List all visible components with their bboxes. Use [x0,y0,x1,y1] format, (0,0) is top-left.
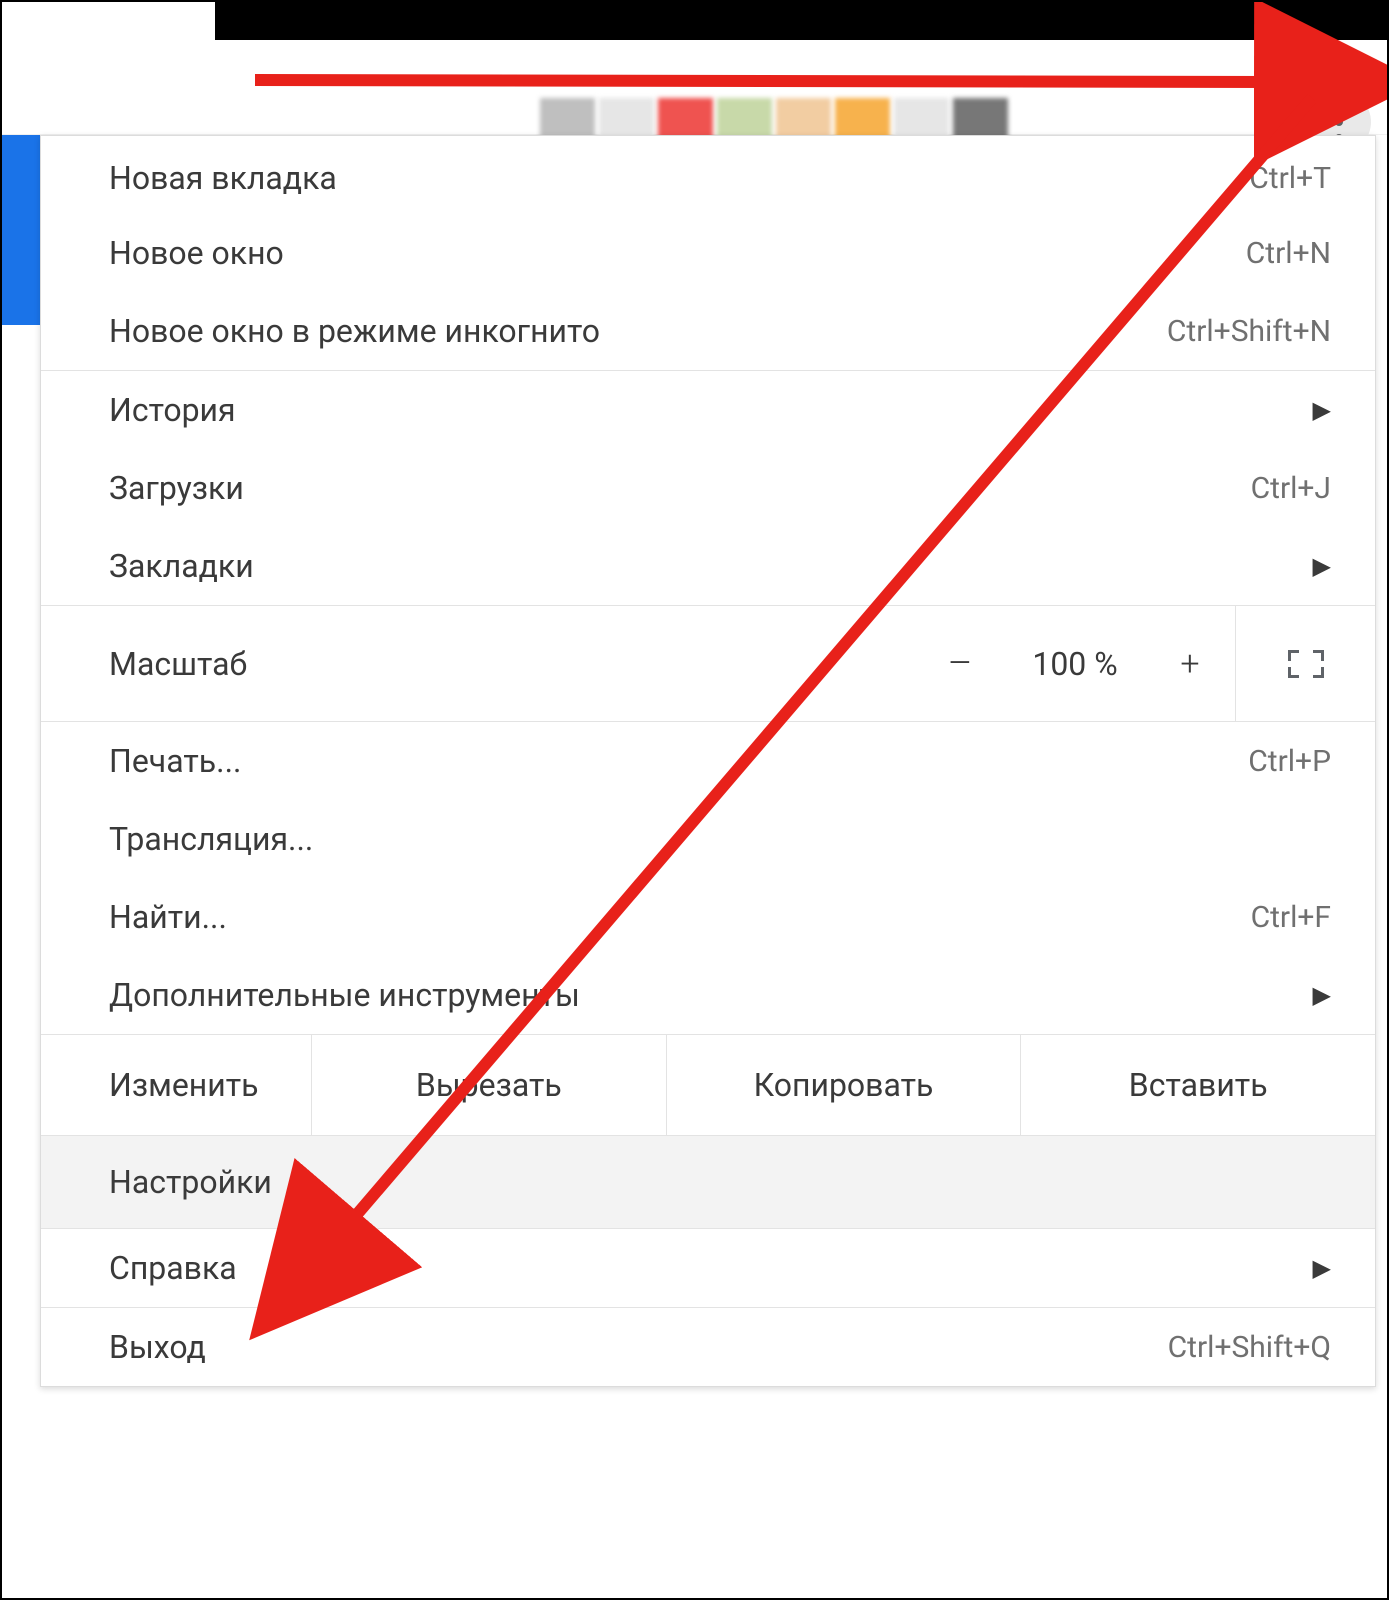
kebab-dot-icon [1335,118,1343,126]
menu-item-label: Загрузки [109,469,244,507]
page-header-accent [0,135,40,325]
fullscreen-icon [1288,650,1324,678]
favicon [776,98,831,140]
menu-item-shortcut: Ctrl+P [1248,744,1331,779]
menu-item-label: Настройки [109,1163,272,1201]
zoom-in-button[interactable]: + [1145,644,1235,684]
menu-item-new-window[interactable]: Новое окно Ctrl+N [41,214,1375,292]
favicon [894,98,949,140]
menu-item-downloads[interactable]: Загрузки Ctrl+J [41,449,1375,527]
favicon [717,98,772,140]
menu-item-label: Печать... [109,742,241,780]
menu-item-print[interactable]: Печать... Ctrl+P [41,722,1375,800]
menu-item-more-tools[interactable]: Дополнительные инструменты ▶ [41,956,1375,1034]
menu-item-label: Найти... [109,898,227,936]
menu-item-shortcut: Ctrl+Shift+N [1167,314,1331,349]
menu-item-label: Трансляция... [109,820,313,858]
menu-item-settings[interactable]: Настройки [41,1136,1375,1228]
menu-item-incognito[interactable]: Новое окно в режиме инкогнито Ctrl+Shift… [41,292,1375,370]
favicon [540,98,595,140]
menu-item-label: Новая вкладка [109,159,337,197]
menu-item-cast[interactable]: Трансляция... [41,800,1375,878]
menu-item-shortcut: Ctrl+T [1249,161,1331,196]
menu-item-label: История [109,391,236,429]
menu-item-help[interactable]: Справка ▶ [41,1229,1375,1307]
menu-item-label: Новое окно [109,234,284,272]
favicon [658,98,713,140]
window-titlebar-dark [215,0,1389,40]
menu-item-edit-row: Изменить Вырезать Копировать Вставить [41,1035,1375,1135]
favicon [953,98,1008,140]
edit-label: Изменить [41,1035,311,1135]
menu-item-label: Дополнительные инструменты [109,976,580,1014]
zoom-out-button[interactable]: – [915,642,1005,686]
favicon [835,98,890,140]
chevron-right-icon: ▶ [1313,1254,1331,1282]
chevron-right-icon: ▶ [1313,981,1331,1009]
menu-item-label: Справка [109,1249,237,1287]
menu-item-bookmarks[interactable]: Закладки ▶ [41,527,1375,605]
fullscreen-button[interactable] [1235,606,1375,721]
menu-item-find[interactable]: Найти... Ctrl+F [41,878,1375,956]
menu-item-new-tab[interactable]: Новая вкладка Ctrl+T [41,136,1375,214]
menu-item-shortcut: Ctrl+J [1251,471,1331,506]
chevron-right-icon: ▶ [1313,396,1331,424]
menu-item-history[interactable]: История ▶ [41,371,1375,449]
zoom-value: 100 % [1005,645,1145,683]
zoom-label: Масштаб [109,645,247,683]
edit-paste-button[interactable]: Вставить [1020,1035,1375,1135]
menu-item-label: Новое окно в режиме инкогнито [109,312,600,350]
edit-cut-button[interactable]: Вырезать [311,1035,666,1135]
menu-item-shortcut: Ctrl+F [1251,900,1331,935]
menu-item-label: Выход [109,1328,206,1366]
edit-copy-button[interactable]: Копировать [666,1035,1021,1135]
menu-item-shortcut: Ctrl+Shift+Q [1168,1330,1331,1365]
browser-toolbar [0,40,1389,135]
menu-item-exit[interactable]: Выход Ctrl+Shift+Q [41,1308,1375,1386]
tab-favicon-strip [540,98,1008,140]
chrome-main-menu: Новая вкладка Ctrl+T Новое окно Ctrl+N Н… [40,135,1376,1387]
favicon [599,98,654,140]
menu-item-zoom: Масштаб – 100 % + [41,606,1375,721]
menu-item-shortcut: Ctrl+N [1246,236,1331,271]
menu-item-label: Закладки [109,547,254,585]
kebab-dot-icon [1335,102,1343,110]
chevron-right-icon: ▶ [1313,552,1331,580]
